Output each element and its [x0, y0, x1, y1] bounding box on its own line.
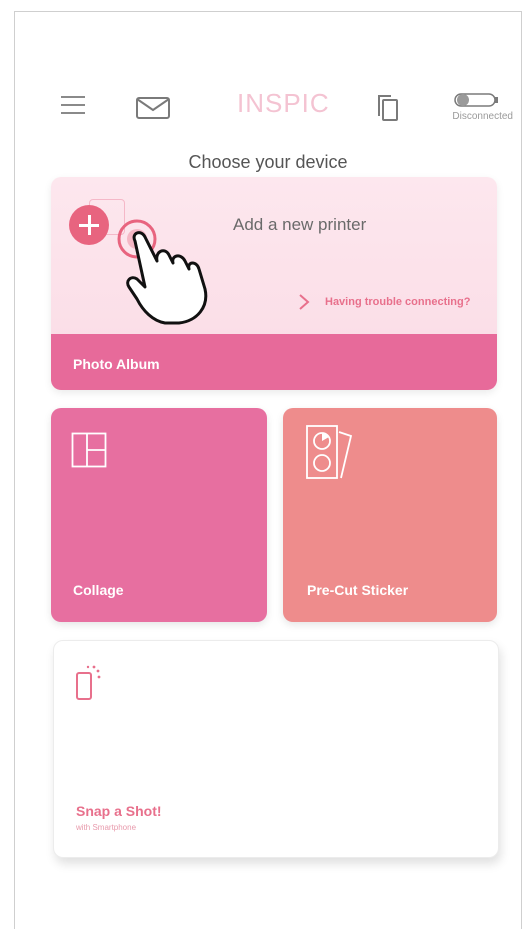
- app-screen: INSPIC Disconnected Choose your device A…: [15, 12, 521, 930]
- chevron-right-icon[interactable]: [296, 293, 312, 311]
- photo-album-label: Photo Album: [73, 356, 160, 372]
- pre-cut-sticker-label: Pre-Cut Sticker: [307, 582, 409, 598]
- pointing-hand-icon: [117, 219, 208, 325]
- phone-frame: INSPIC Disconnected Choose your device A…: [14, 11, 522, 929]
- snap-a-shot-title: Snap a Shot!: [76, 803, 162, 819]
- mail-icon[interactable]: [135, 96, 171, 120]
- smartphone-icon: [76, 665, 101, 700]
- collage-tile[interactable]: Collage: [51, 408, 267, 622]
- pre-cut-sticker-tile[interactable]: Pre-Cut Sticker: [283, 408, 497, 622]
- page-title: Choose your device: [188, 152, 348, 172]
- trouble-connecting-link[interactable]: Having trouble connecting?: [325, 296, 470, 308]
- sticker-sheet-icon: [306, 425, 353, 479]
- collage-layout-icon: [71, 432, 107, 468]
- toggle-icon[interactable]: [449, 92, 501, 108]
- snap-a-shot-card[interactable]: Snap a Shot! with Smartphone: [53, 640, 499, 858]
- add-printer-label: Add a new printer: [233, 215, 367, 234]
- connection-status: Disconnected: [452, 111, 513, 122]
- app-logo: INSPIC: [237, 88, 330, 118]
- snap-a-shot-subtitle: with Smartphone: [76, 823, 137, 832]
- copy-icon[interactable]: [375, 94, 399, 122]
- collage-label: Collage: [73, 582, 124, 598]
- photo-album-button[interactable]: Photo Album: [51, 334, 497, 390]
- add-printer-card[interactable]: Add a new printer Having trouble connect…: [51, 177, 497, 390]
- hamburger-menu-icon[interactable]: [59, 94, 87, 116]
